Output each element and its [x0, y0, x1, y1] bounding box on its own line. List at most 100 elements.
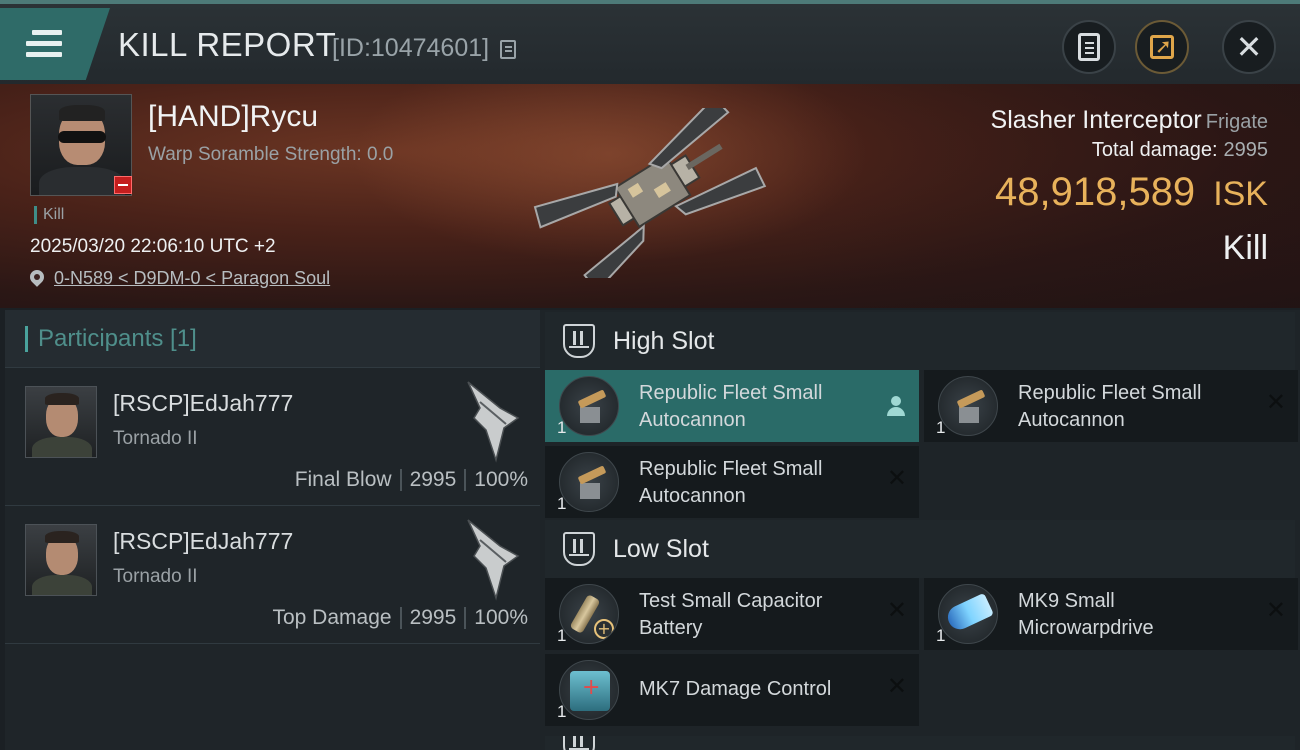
remove-x-icon[interactable]: ✕ [1266, 598, 1286, 622]
module-qty: 1 [557, 418, 567, 437]
module-qty: 1 [936, 626, 946, 645]
module-item[interactable]: 1 Republic Fleet Small Autocannon ✕ [545, 446, 919, 518]
standing-minus-badge [114, 176, 132, 194]
kill-datetime: 2025/03/20 22:06:10 UTC +2 [30, 236, 276, 257]
high-slot-header: High Slot [545, 312, 1295, 370]
module-name: Republic Fleet Small Autocannon [1018, 380, 1248, 434]
ship-info: Slasher Interceptor Frigate Total damage:… [991, 106, 1268, 268]
participant-ship-image [467, 519, 520, 601]
autocannon-icon [559, 376, 619, 436]
next-slot-header [545, 736, 1295, 750]
victim-pilot-name[interactable]: [HAND]Rycu [148, 100, 318, 134]
clipboard-button[interactable] [1062, 20, 1116, 74]
module-name-line1: MK7 Damage Control [639, 678, 832, 700]
isk-unit: ISK [1213, 175, 1268, 213]
share-button[interactable] [1135, 20, 1189, 74]
page-title: KILL REPORT [118, 26, 337, 63]
participant-name[interactable]: [RSCP]EdJah777 [113, 528, 293, 555]
participant-ship-image [467, 381, 520, 463]
module-name: MK7 Damage Control [639, 676, 869, 703]
module-name-line1: Republic Fleet Small [639, 382, 823, 404]
participant-damage: 2995 [409, 468, 457, 491]
report-id: [ID:10474601] [332, 34, 490, 62]
ship-name[interactable]: Slasher Interceptor [991, 106, 1202, 134]
participant-role: Top Damage [272, 606, 392, 629]
module-name-line2: Autocannon [1018, 409, 1125, 431]
menu-button[interactable] [0, 8, 110, 80]
close-button[interactable]: ✕ [1222, 20, 1276, 74]
damage-control-icon [559, 660, 619, 720]
location-link[interactable]: 0-N589 < D9DM-0 < Paragon Soul [54, 268, 330, 289]
participant-stats: Final Blow 2995 100% [295, 468, 528, 492]
participant-stats: Top Damage 2995 100% [272, 606, 528, 630]
isk-value: 48,918,589 [994, 170, 1196, 214]
module-qty: 1 [557, 702, 567, 721]
copy-icon[interactable] [500, 40, 516, 59]
share-export-icon [1150, 34, 1174, 59]
close-icon: ✕ [1235, 28, 1263, 66]
module-name-line1: Test Small Capacitor [639, 590, 823, 612]
module-item[interactable]: 1 MK7 Damage Control ✕ [545, 654, 919, 726]
module-item[interactable]: 1 MK9 Small Microwarpdrive ✕ [924, 578, 1298, 650]
module-name: Republic Fleet Small Autocannon [639, 380, 869, 434]
module-name-line1: Republic Fleet Small [1018, 382, 1202, 404]
victim-ship-image [533, 108, 767, 278]
fitting-panel: High Slot 1 Republic Fleet Small Autocan… [540, 310, 1300, 750]
microwarpdrive-icon [938, 584, 998, 644]
participants-header: Participants [1] [5, 310, 540, 368]
participant-ship: Tornado II [113, 428, 198, 449]
remove-x-icon[interactable]: ✕ [887, 598, 907, 622]
module-name-line2: Microwarpdrive [1018, 617, 1154, 639]
module-name-line2: Battery [639, 617, 703, 639]
warp-scramble-strength: Warp Soramble Strength: 0.0 [148, 144, 394, 165]
autocannon-icon [559, 452, 619, 512]
remove-x-icon[interactable]: ✕ [887, 674, 907, 698]
participant-damage: 2995 [409, 606, 457, 629]
capacitor-battery-icon: + [559, 584, 619, 644]
kill-tag: Kill [34, 206, 64, 224]
remove-x-icon[interactable]: ✕ [1266, 390, 1286, 414]
module-name-line2: Autocannon [639, 409, 746, 431]
total-damage-value: 2995 [1223, 139, 1269, 161]
module-qty: 1 [557, 626, 567, 645]
participant-avatar[interactable] [25, 386, 97, 458]
location-pin-icon [30, 270, 44, 288]
participant-percent: 100% [474, 606, 528, 629]
participant-card[interactable]: [RSCP]EdJah777 Tornado II Top Damage 299… [5, 506, 540, 644]
ship-class: Frigate [1205, 111, 1268, 133]
module-name-line1: Republic Fleet Small [639, 458, 823, 480]
total-damage-label: Total damage: [1091, 139, 1218, 161]
module-name: MK9 Small Microwarpdrive [1018, 588, 1248, 642]
participants-label: Participants [1] [38, 324, 197, 352]
slot-shield-icon [563, 532, 595, 566]
module-qty: 1 [936, 418, 946, 437]
victim-banner: [HAND]Rycu Warp Soramble Strength: 0.0 K… [0, 84, 1300, 308]
module-name: Republic Fleet Small Autocannon [639, 456, 869, 510]
clipboard-icon [1078, 33, 1100, 61]
module-item[interactable]: + 1 Test Small Capacitor Battery ✕ [545, 578, 919, 650]
kill-location[interactable]: 0-N589 < D9DM-0 < Paragon Soul [30, 268, 330, 289]
remove-x-icon[interactable]: ✕ [887, 466, 907, 490]
module-qty: 1 [557, 494, 567, 513]
module-name-line1: MK9 Small [1018, 590, 1115, 612]
participants-panel: Participants [1] [RSCP]EdJah777 Tornado … [5, 310, 540, 750]
participant-percent: 100% [474, 468, 528, 491]
pilot-person-icon [887, 396, 905, 416]
hamburger-menu-icon [26, 30, 62, 58]
participant-role: Final Blow [294, 468, 392, 491]
module-name: Test Small Capacitor Battery [639, 588, 869, 642]
top-bar: KILL REPORT [ID:10474601] ✕ [0, 0, 1300, 84]
low-slot-header: Low Slot [545, 520, 1295, 578]
module-item[interactable]: 1 Republic Fleet Small Autocannon ✕ [924, 370, 1298, 442]
low-slot-title: Low Slot [613, 534, 709, 563]
result-label: Kill [1222, 229, 1268, 267]
module-item[interactable]: 1 Republic Fleet Small Autocannon [545, 370, 919, 442]
participant-card[interactable]: [RSCP]EdJah777 Tornado II Final Blow 299… [5, 368, 540, 506]
participant-name[interactable]: [RSCP]EdJah777 [113, 390, 293, 417]
slot-shield-icon [563, 736, 595, 750]
participant-ship: Tornado II [113, 566, 198, 587]
participant-avatar[interactable] [25, 524, 97, 596]
autocannon-icon [938, 376, 998, 436]
slot-shield-icon [563, 324, 595, 358]
module-name-line2: Autocannon [639, 485, 746, 507]
